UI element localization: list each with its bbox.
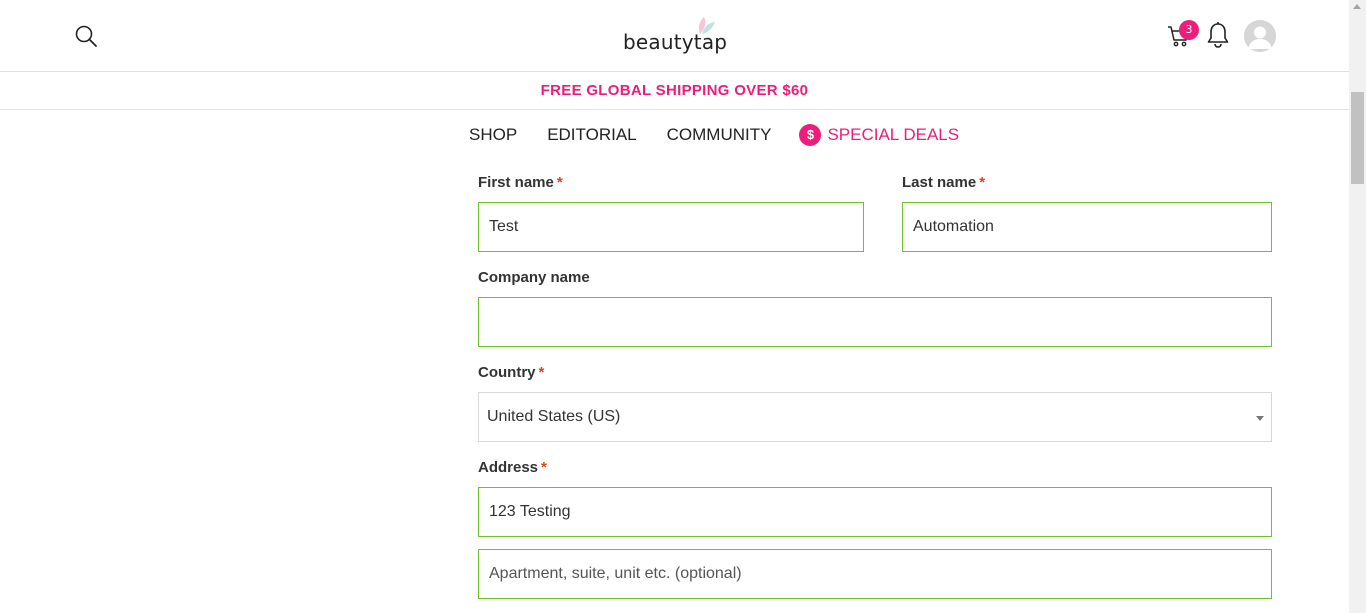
promo-banner: FREE GLOBAL SHIPPING OVER $60 <box>0 72 1349 110</box>
country-selected-value: United States (US) <box>487 408 621 425</box>
nav-item-special-deals[interactable]: $ SPECIAL DEALS <box>799 124 959 146</box>
last-name-label-text: Last name <box>902 174 977 191</box>
search-icon[interactable] <box>74 24 98 48</box>
nav-item-special-deals-label: SPECIAL DEALS <box>827 125 960 144</box>
country-label: Country * <box>478 364 544 381</box>
main-nav: SHOP EDITORIAL COMMUNITY $ SPECIAL DEALS <box>469 123 959 147</box>
scroll-up-arrow-icon[interactable] <box>1353 4 1361 9</box>
nav-item-editorial[interactable]: EDITORIAL <box>547 125 636 145</box>
logo-text: beautytap <box>623 30 728 54</box>
country-label-text: Country <box>478 364 536 381</box>
company-name-input[interactable] <box>478 297 1272 347</box>
first-name-label-text: First name <box>478 174 554 191</box>
country-select[interactable]: United States (US) <box>478 392 1272 442</box>
required-marker: * <box>979 174 986 191</box>
bell-icon[interactable] <box>1206 21 1230 49</box>
cart-count-badge[interactable]: 3 <box>1179 20 1199 40</box>
last-name-label: Last name * <box>902 174 985 191</box>
address-line2-input[interactable] <box>478 549 1272 599</box>
company-name-label: Company name <box>478 269 590 286</box>
first-name-label: First name * <box>478 174 563 191</box>
dollar-icon: $ <box>799 124 822 146</box>
page-scrollbar[interactable] <box>1349 0 1366 613</box>
address-label-text: Address <box>478 459 539 476</box>
last-name-input[interactable] <box>902 202 1272 252</box>
nav-item-community[interactable]: COMMUNITY <box>667 125 772 145</box>
dropdown-arrow-icon <box>1256 416 1264 421</box>
address-line1-input[interactable] <box>478 487 1272 537</box>
scrollbar-thumb[interactable] <box>1351 92 1364 184</box>
logo[interactable]: beautytap <box>623 16 733 58</box>
address-label: Address * <box>478 459 547 476</box>
required-marker: * <box>538 364 545 381</box>
promo-text[interactable]: FREE GLOBAL SHIPPING OVER $60 <box>541 82 809 99</box>
required-marker: * <box>541 459 547 476</box>
site-header: beautytap 3 <box>0 0 1349 72</box>
user-avatar-icon[interactable] <box>1244 20 1276 52</box>
required-marker: * <box>556 174 563 191</box>
company-name-label-text: Company name <box>478 269 590 286</box>
first-name-input[interactable] <box>478 202 864 252</box>
nav-item-shop[interactable]: SHOP <box>469 125 517 145</box>
